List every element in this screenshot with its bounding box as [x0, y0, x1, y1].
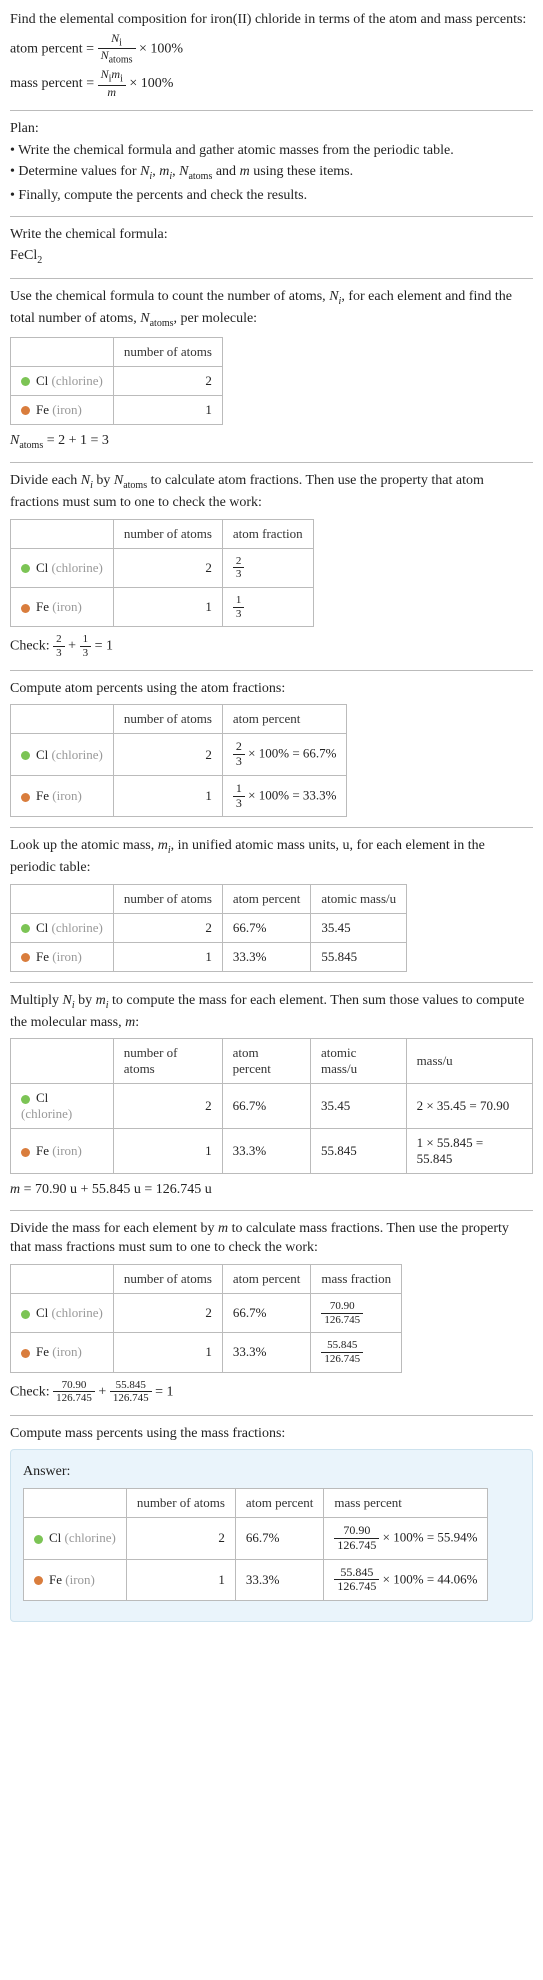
- plan-b3: • Finally, compute the percents and chec…: [10, 186, 533, 206]
- dot-cl-icon: [34, 1535, 43, 1544]
- mass-percent-formula: mass percent = Nimi m × 100%: [10, 68, 533, 100]
- atompct-heading: Compute atom percents using the atom fra…: [10, 679, 533, 699]
- dot-fe-icon: [21, 1148, 30, 1157]
- mp-label: mass percent =: [10, 76, 94, 91]
- answer-table: number of atomsatom percentmass percent …: [23, 1488, 488, 1601]
- dot-cl-icon: [21, 564, 30, 573]
- dot-cl-icon: [21, 1095, 30, 1104]
- table-row: Cl (chlorine) 2 66.7% 70.90126.745 × 100…: [24, 1518, 488, 1560]
- dot-fe-icon: [21, 604, 30, 613]
- dot-fe-icon: [21, 793, 30, 802]
- divider: [10, 670, 533, 671]
- divider: [10, 982, 533, 983]
- plan-b2: • Determine values for Ni, mi, Natoms an…: [10, 162, 533, 184]
- formula-value: FeCl2: [10, 246, 533, 268]
- count-para: Use the chemical formula to count the nu…: [10, 287, 533, 331]
- mass-para: Look up the atomic mass, mi, in unified …: [10, 836, 533, 877]
- dot-cl-icon: [21, 751, 30, 760]
- mass-table: number of atomsatom percentatomic mass/u…: [10, 884, 407, 972]
- divider: [10, 278, 533, 279]
- molec-para: Multiply Ni by mi to compute the mass fo…: [10, 991, 533, 1032]
- dot-fe-icon: [21, 406, 30, 415]
- table-row: Cl (chlorine) 2 23 × 100% = 66.7%: [11, 734, 347, 776]
- dot-fe-icon: [21, 953, 30, 962]
- massfrac-table: number of atomsatom percentmass fraction…: [10, 1264, 402, 1373]
- plan-b1: • Write the chemical formula and gather …: [10, 141, 533, 161]
- divider: [10, 110, 533, 111]
- answer-box: Answer: number of atomsatom percentmass …: [10, 1449, 533, 1622]
- table-row: Fe (iron) 1 13 × 100% = 33.3%: [11, 775, 347, 817]
- divider: [10, 1210, 533, 1211]
- divider: [10, 827, 533, 828]
- dot-fe-icon: [34, 1576, 43, 1585]
- ap-tail: × 100%: [139, 41, 183, 56]
- table-row: Cl (chlorine) 2 66.7% 70.90126.745: [11, 1294, 402, 1333]
- dot-cl-icon: [21, 377, 30, 386]
- massfrac-para: Divide the mass for each element by m to…: [10, 1219, 533, 1258]
- plan-heading: Plan:: [10, 119, 533, 139]
- massfrac-check: Check: 70.90126.745 + 55.845126.745 = 1: [10, 1379, 533, 1405]
- atomfrac-para: Divide each Ni by Natoms to calculate at…: [10, 471, 533, 512]
- mp-tail: × 100%: [129, 76, 173, 91]
- formula-heading: Write the chemical formula:: [10, 225, 533, 245]
- atom-percent-formula: atom percent = Ni Natoms × 100%: [10, 32, 533, 67]
- intro-line1: Find the elemental composition for iron(…: [10, 10, 533, 30]
- count-table: number of atoms Cl (chlorine) 2 Fe (iron…: [10, 337, 223, 425]
- table-row: Fe (iron) 1 13: [11, 588, 314, 627]
- molec-table: number of atomsatom percentatomic mass/u…: [10, 1038, 533, 1174]
- dot-cl-icon: [21, 1310, 30, 1319]
- atomfrac-check: Check: 23 + 13 = 1: [10, 633, 533, 659]
- answer-label: Answer:: [23, 1462, 520, 1482]
- table-row: Fe (iron) 1 33.3% 55.845126.745: [11, 1333, 402, 1372]
- table-row: Cl (chlorine) 2 66.7% 35.45 2 × 35.45 = …: [11, 1084, 533, 1129]
- table-row: Fe (iron) 1 33.3% 55.845 1 × 55.845 = 55…: [11, 1129, 533, 1174]
- dot-cl-icon: [21, 924, 30, 933]
- atompct-table: number of atomsatom percent Cl (chlorine…: [10, 704, 347, 817]
- table-row: Fe (iron) 1 33.3% 55.845126.745 × 100% =…: [24, 1559, 488, 1601]
- ap-frac: Ni Natoms: [98, 32, 136, 67]
- dot-fe-icon: [21, 1349, 30, 1358]
- table-row: Fe (iron) 1: [11, 395, 223, 424]
- table-row: Cl (chlorine) 2 23: [11, 548, 314, 587]
- table-row: Cl (chlorine) 2 66.7% 35.45: [11, 913, 407, 942]
- ap-label: atom percent =: [10, 41, 94, 56]
- mp-frac: Nimi m: [98, 68, 126, 100]
- table-row: Cl (chlorine) 2: [11, 366, 223, 395]
- divider: [10, 462, 533, 463]
- table-row: Fe (iron) 1 33.3% 55.845: [11, 942, 407, 971]
- atomfrac-table: number of atomsatom fraction Cl (chlorin…: [10, 519, 314, 628]
- col-natoms: number of atoms: [113, 337, 222, 366]
- molec-sum: m = 70.90 u + 55.845 u = 126.745 u: [10, 1180, 533, 1200]
- divider: [10, 216, 533, 217]
- count-sum: Natoms = 2 + 1 = 3: [10, 431, 533, 453]
- divider: [10, 1415, 533, 1416]
- answer-heading: Compute mass percents using the mass fra…: [10, 1424, 533, 1444]
